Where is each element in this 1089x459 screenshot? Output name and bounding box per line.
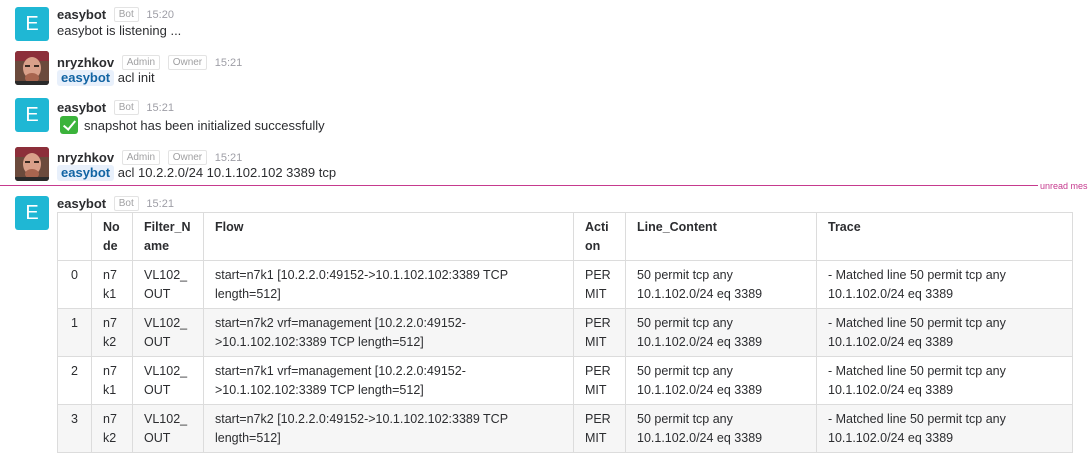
admin-badge: Admin [121, 150, 161, 166]
cell-index: 1 [57, 308, 92, 357]
cell-index: 0 [57, 260, 92, 309]
table-row: 3 n7 k2 VL102_ OUT start=n7k2 [10.2.2.0:49152… [57, 404, 1073, 453]
message-text: snapshot has been initialized successful… [84, 118, 325, 133]
white-check-mark-icon [60, 116, 78, 134]
cell-line-content: 50 permit tcp any 10.1.102.0/24 eq 3389 [625, 260, 817, 309]
column-header-node: No de [91, 212, 133, 261]
message-text: acl init [117, 70, 155, 85]
cell-action: PER MIT [573, 308, 626, 357]
author-name[interactable]: easybot [57, 100, 106, 115]
bot-avatar[interactable]: E [15, 196, 49, 230]
timestamp[interactable]: 15:20 [146, 9, 174, 21]
author-name[interactable]: easybot [57, 196, 106, 211]
timestamp[interactable]: 15:21 [146, 102, 174, 114]
cell-action: PER MIT [573, 404, 626, 453]
cell-node: n7 k2 [91, 404, 133, 453]
column-header-line-content: Line_Content [625, 212, 817, 261]
table-row: 0 n7 k1 VL102_ OUT start=n7k1 [10.2.2.0:49152… [57, 260, 1073, 309]
cell-index: 3 [57, 404, 92, 453]
bot-avatar[interactable]: E [15, 98, 49, 132]
unread-label[interactable]: unread mes [1040, 181, 1088, 191]
cell-line-content: 50 permit tcp any 10.1.102.0/24 eq 3389 [625, 356, 817, 405]
timestamp[interactable]: 15:21 [215, 152, 243, 164]
column-header-filter-name: Filter_N ame [132, 212, 204, 261]
cell-flow: start=n7k1 [10.2.2.0:49152->10.1.102.102… [203, 260, 574, 309]
bot-avatar[interactable]: E [15, 7, 49, 41]
cell-index: 2 [57, 356, 92, 405]
cell-action: PER MIT [573, 260, 626, 309]
cell-line-content: 50 permit tcp any 10.1.102.0/24 eq 3389 [625, 404, 817, 453]
user-avatar[interactable] [15, 51, 49, 85]
timestamp[interactable]: 15:21 [146, 198, 174, 210]
cell-node: n7 k1 [91, 260, 133, 309]
timestamp[interactable]: 15:21 [215, 57, 243, 69]
cell-filter-name: VL102_ OUT [132, 308, 204, 357]
message-text: acl 10.2.2.0/24 10.1.102.102 3389 tcp [117, 165, 337, 180]
message-text: easybot is listening ... [57, 23, 182, 38]
acl-results-table: No de Filter_N ame Flow Acti on Line_Content Tra… [57, 212, 1073, 453]
cell-line-content: 50 permit tcp any 10.1.102.0/24 eq 3389 [625, 308, 817, 357]
cell-trace: - Matched line 50 permit tcp any 10.1.102… [816, 308, 1073, 357]
cell-trace: - Matched line 50 permit tcp any 10.1.102… [816, 356, 1073, 405]
bot-badge: Bot [113, 7, 139, 23]
bot-badge: Bot [113, 196, 139, 212]
cell-filter-name: VL102_ OUT [132, 356, 204, 405]
cell-filter-name: VL102_ OUT [132, 404, 204, 453]
user-photo-icon [15, 147, 49, 181]
mention-easybot[interactable]: easybot [57, 70, 115, 86]
cell-action: PER MIT [573, 356, 626, 405]
admin-badge: Admin [121, 55, 161, 71]
cell-node: n7 k1 [91, 356, 133, 405]
author-name[interactable]: nryzhkov [57, 55, 114, 70]
cell-trace: - Matched line 50 permit tcp any 10.1.102… [816, 260, 1073, 309]
mention-easybot[interactable]: easybot [57, 165, 115, 181]
cell-trace: - Matched line 50 permit tcp any 10.1.102… [816, 404, 1073, 453]
owner-badge: Owner [167, 55, 208, 71]
cell-flow: start=n7k1 vrf=management [10.2.2.0:4915… [203, 356, 574, 405]
cell-flow: start=n7k2 vrf=management [10.2.2.0:4915… [203, 308, 574, 357]
table-row: 2 n7 k1 VL102_ OUT start=n7k1 vrf=management … [57, 356, 1073, 405]
column-header-index [57, 212, 92, 261]
column-header-trace: Trace [816, 212, 1073, 261]
unread-divider [0, 185, 1038, 186]
table-header-row: No de Filter_N ame Flow Acti on Line_Content Tra… [57, 212, 1073, 261]
user-photo-icon [15, 51, 49, 85]
owner-badge: Owner [167, 150, 208, 166]
user-avatar[interactable] [15, 147, 49, 181]
bot-badge: Bot [113, 100, 139, 116]
table-row: 1 n7 k2 VL102_ OUT start=n7k2 vrf=management … [57, 308, 1073, 357]
author-name[interactable]: nryzhkov [57, 150, 114, 165]
author-name[interactable]: easybot [57, 7, 106, 22]
cell-filter-name: VL102_ OUT [132, 260, 204, 309]
column-header-action: Acti on [573, 212, 626, 261]
column-header-flow: Flow [203, 212, 574, 261]
cell-node: n7 k2 [91, 308, 133, 357]
cell-flow: start=n7k2 [10.2.2.0:49152->10.1.102.102… [203, 404, 574, 453]
